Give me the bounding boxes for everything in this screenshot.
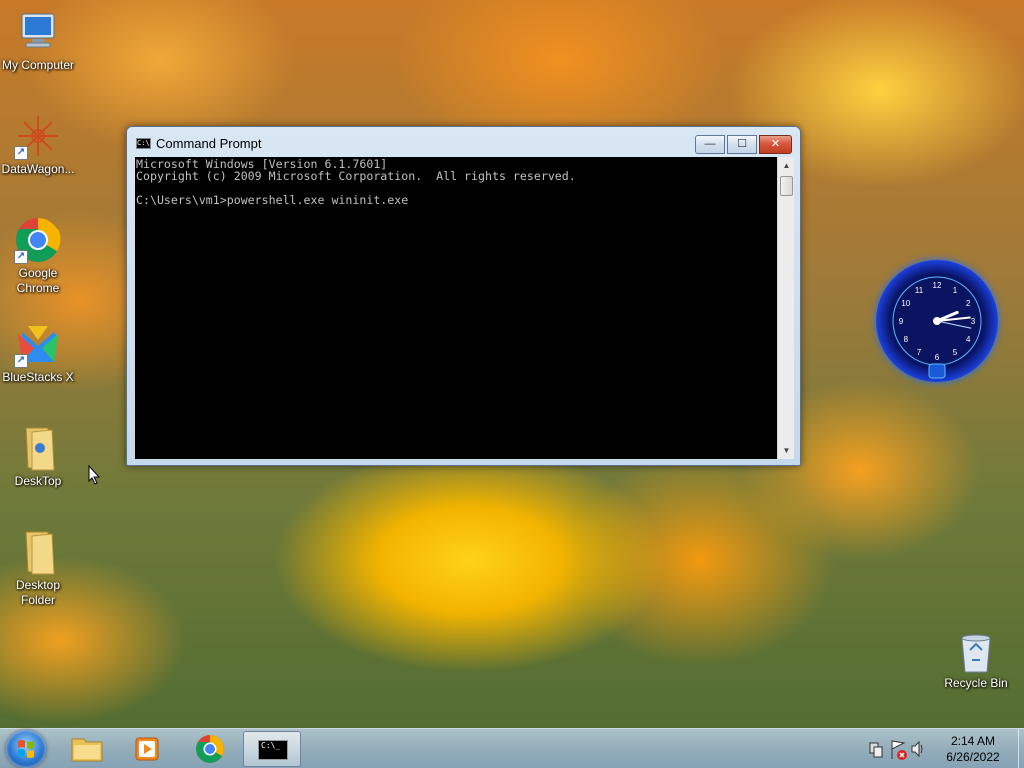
taskbar-time: 2:14 AM <box>950 734 996 748</box>
clock-number: 12 <box>933 281 942 290</box>
clock-number: 9 <box>899 317 904 326</box>
clock-number: 6 <box>935 353 940 362</box>
desktop-icon-desktop-folder[interactable]: Desktop Folder <box>0 528 76 608</box>
clock-number: 10 <box>901 299 910 308</box>
start-button[interactable] <box>6 730 46 768</box>
desktop-icon-datawagon[interactable]: ↗ DataWagon... <box>0 112 76 177</box>
clock-number: 4 <box>966 335 971 344</box>
desktop-icon-my-computer[interactable]: My Computer <box>0 8 76 73</box>
desktop-icon-recycle-bin[interactable]: Recycle Bin <box>940 630 1012 690</box>
folder-icon <box>14 424 62 472</box>
media-player-icon <box>135 737 159 761</box>
mouse-cursor-icon <box>88 464 101 490</box>
network-icon[interactable] <box>869 742 883 758</box>
desktop-icon-bluestacks[interactable]: ↗ BlueStacks X <box>0 320 76 385</box>
desktop-icon-label: Recycle Bin <box>944 676 1008 690</box>
action-center-flag-icon[interactable] <box>891 740 907 760</box>
windows-logo-icon <box>18 740 34 758</box>
show-desktop-button[interactable] <box>1018 729 1024 768</box>
cmd-title-icon: C:\ <box>136 138 151 149</box>
folder-icon <box>14 528 62 576</box>
close-button[interactable]: ✕ <box>759 135 792 154</box>
clock-number: 11 <box>915 286 924 295</box>
cmd-icon: C:\_ <box>258 740 288 760</box>
window-title: Command Prompt <box>156 136 262 151</box>
chrome-icon <box>196 735 224 763</box>
desktop-icon-label: My Computer <box>1 58 75 72</box>
clock-number: 3 <box>971 317 976 326</box>
system-tray <box>864 729 924 768</box>
folder-icon <box>71 738 103 762</box>
taskbar-explorer-button[interactable] <box>58 731 116 767</box>
vertical-scrollbar[interactable]: ▲ ▼ <box>777 157 794 459</box>
clock-gadget[interactable]: 12 1 2 3 4 5 6 7 8 9 10 11 <box>876 260 998 382</box>
clock-number: 8 <box>904 335 909 344</box>
clock-number: 5 <box>953 348 958 357</box>
title-bar[interactable]: C:\ Command Prompt — ☐ ✕ <box>127 127 800 157</box>
desktop-icon-label: DataWagon... <box>1 162 75 176</box>
taskbar-media-player-button[interactable] <box>118 731 176 767</box>
taskbar-cmd-button[interactable]: C:\_ <box>243 731 301 767</box>
taskbar-clock[interactable]: 2:14 AM 6/26/2022 <box>928 733 1018 765</box>
desktop-icon-desktop[interactable]: DeskTop <box>0 424 76 489</box>
scroll-up-arrow-icon[interactable]: ▲ <box>778 157 795 174</box>
scroll-down-arrow-icon[interactable]: ▼ <box>778 442 795 459</box>
bluestacks-icon: ↗ <box>14 320 62 368</box>
chrome-icon: ↗ <box>14 216 62 264</box>
console-text: Microsoft Windows [Version 6.1.7601] Cop… <box>136 157 576 207</box>
clock-number: 7 <box>917 348 922 357</box>
scrollbar-thumb[interactable] <box>780 176 793 196</box>
desktop-icon-label: Google Chrome <box>16 266 60 295</box>
desktop-icon-label: Desktop Folder <box>15 578 61 607</box>
command-prompt-window[interactable]: C:\ Command Prompt — ☐ ✕ Microsoft Windo… <box>126 126 801 466</box>
console-output[interactable]: Microsoft Windows [Version 6.1.7601] Cop… <box>135 157 777 459</box>
desktop-icon-label: BlueStacks X <box>2 370 74 384</box>
taskbar: C:\_ 2:14 AM 6/26/2022 <box>0 728 1024 768</box>
shortcut-arrow-icon: ↗ <box>14 146 28 160</box>
shortcut-arrow-icon: ↗ <box>14 250 28 264</box>
computer-icon <box>14 8 62 56</box>
clock-number: 1 <box>953 286 958 295</box>
taskbar-date: 6/26/2022 <box>946 750 1000 764</box>
recycle-bin-icon <box>956 630 996 674</box>
taskbar-chrome-button[interactable] <box>180 731 238 767</box>
volume-icon[interactable] <box>911 740 923 758</box>
desktop-icon-label: DeskTop <box>14 474 62 488</box>
minimize-button[interactable]: — <box>695 135 725 154</box>
desktop-icon-google-chrome[interactable]: ↗ Google Chrome <box>0 216 76 296</box>
shortcut-arrow-icon: ↗ <box>14 354 28 368</box>
datawagon-icon: ↗ <box>14 112 62 160</box>
maximize-button[interactable]: ☐ <box>727 135 757 154</box>
clock-number: 2 <box>966 299 971 308</box>
